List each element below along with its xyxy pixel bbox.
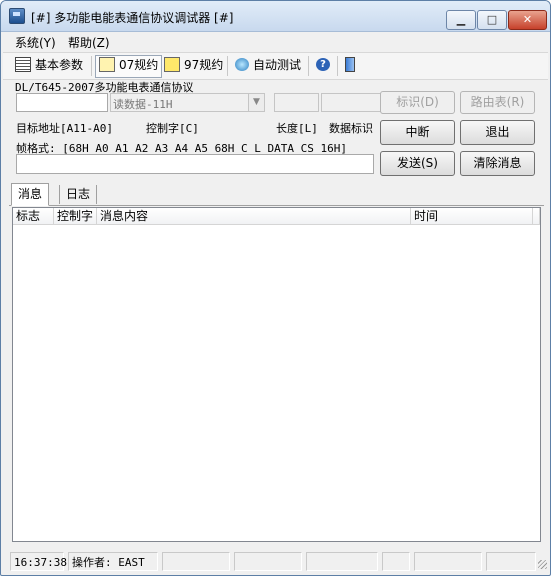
basic-params-label: 基本参数 (35, 58, 84, 72)
route-table-button[interactable]: 路由表(R) (460, 91, 535, 114)
toolbar-separator (227, 56, 228, 76)
command-select-value: 读数据-11H (113, 98, 173, 111)
command-select[interactable]: 读数据-11H ▼ (110, 93, 265, 112)
minimize-button[interactable]: ▁ (446, 10, 476, 30)
proto07-button[interactable]: 07规约 (95, 55, 163, 78)
proto07-label: 07规约 (119, 58, 159, 72)
interrupt-button[interactable]: 中断 (380, 120, 455, 145)
maximize-button[interactable]: □ (477, 10, 507, 30)
title-bar: [#] 多功能电能表通信协议调试器 [#] ▁ □ ✕ (1, 1, 550, 32)
tab-log[interactable]: 日志 (59, 185, 98, 204)
control-label: 控制字[C] (146, 122, 199, 135)
proto97-label: 97规约 (184, 58, 224, 72)
window-title: [#] 多功能电能表通信协议调试器 [#] (31, 11, 234, 25)
close-button[interactable]: ✕ (508, 10, 547, 30)
menu-help[interactable]: 帮助(Z) (68, 34, 110, 51)
list-icon (15, 57, 31, 72)
help-button[interactable]: ? (313, 55, 337, 76)
message-list[interactable]: 标志 控制字 消息内容 时间 (12, 207, 541, 542)
card-icon (99, 57, 115, 72)
menu-bar: 系统(Y) 帮助(Z) (1, 32, 550, 50)
send-button[interactable]: 发送(S) (380, 151, 455, 176)
status-bar: 16:37:38 操作者: EAST (1, 550, 550, 574)
menu-system[interactable]: 系统(Y) (15, 34, 56, 51)
exit-door-icon (345, 57, 355, 72)
column-message[interactable]: 消息内容 (97, 208, 411, 225)
status-panel (306, 552, 378, 571)
status-panel (162, 552, 230, 571)
resize-grip-icon[interactable] (538, 560, 547, 569)
toolbar: 基本参数 07规约 97规约 自动测试 ? (3, 52, 548, 80)
tab-messages[interactable]: 消息 (11, 183, 50, 206)
target-address-input[interactable] (16, 93, 108, 112)
status-time: 16:37:38 (10, 552, 67, 571)
main-window: [#] 多功能电能表通信协议调试器 [#] ▁ □ ✕ 系统(Y) 帮助(Z) … (0, 0, 551, 576)
exit-tool-button[interactable] (342, 55, 362, 76)
status-panel (486, 552, 536, 571)
column-filler (533, 208, 540, 225)
toolbar-separator (91, 56, 92, 76)
note-icon (164, 57, 180, 72)
auto-test-label: 自动测试 (253, 58, 302, 72)
tools-icon (235, 58, 249, 71)
status-panel (414, 552, 482, 571)
status-panel (382, 552, 410, 571)
basic-params-button[interactable]: 基本参数 (12, 55, 86, 76)
toolbar-separator (337, 56, 338, 76)
chevron-down-icon: ▼ (248, 94, 264, 111)
column-control[interactable]: 控制字 (54, 208, 97, 225)
length-input[interactable] (274, 93, 319, 112)
proto97-button[interactable]: 97规约 (161, 55, 226, 76)
frame-input[interactable] (16, 154, 374, 174)
exit-button[interactable]: 退出 (460, 120, 535, 145)
identify-button[interactable]: 标识(D) (380, 91, 455, 114)
help-icon: ? (316, 58, 330, 71)
column-flag[interactable]: 标志 (13, 208, 54, 225)
column-time[interactable]: 时间 (411, 208, 533, 225)
length-label: 长度[L] (276, 122, 318, 135)
target-address-label: 目标地址[A11-A0] (16, 122, 113, 135)
data-id-label: 数据标识 (329, 122, 373, 135)
app-icon (9, 8, 25, 24)
toolbar-separator (308, 56, 309, 76)
auto-test-button[interactable]: 自动测试 (232, 55, 304, 76)
clear-messages-button[interactable]: 清除消息 (460, 151, 535, 176)
tab-strip: 消息 日志 (9, 183, 544, 206)
status-operator: 操作者: EAST (68, 552, 158, 571)
status-panel (234, 552, 302, 571)
